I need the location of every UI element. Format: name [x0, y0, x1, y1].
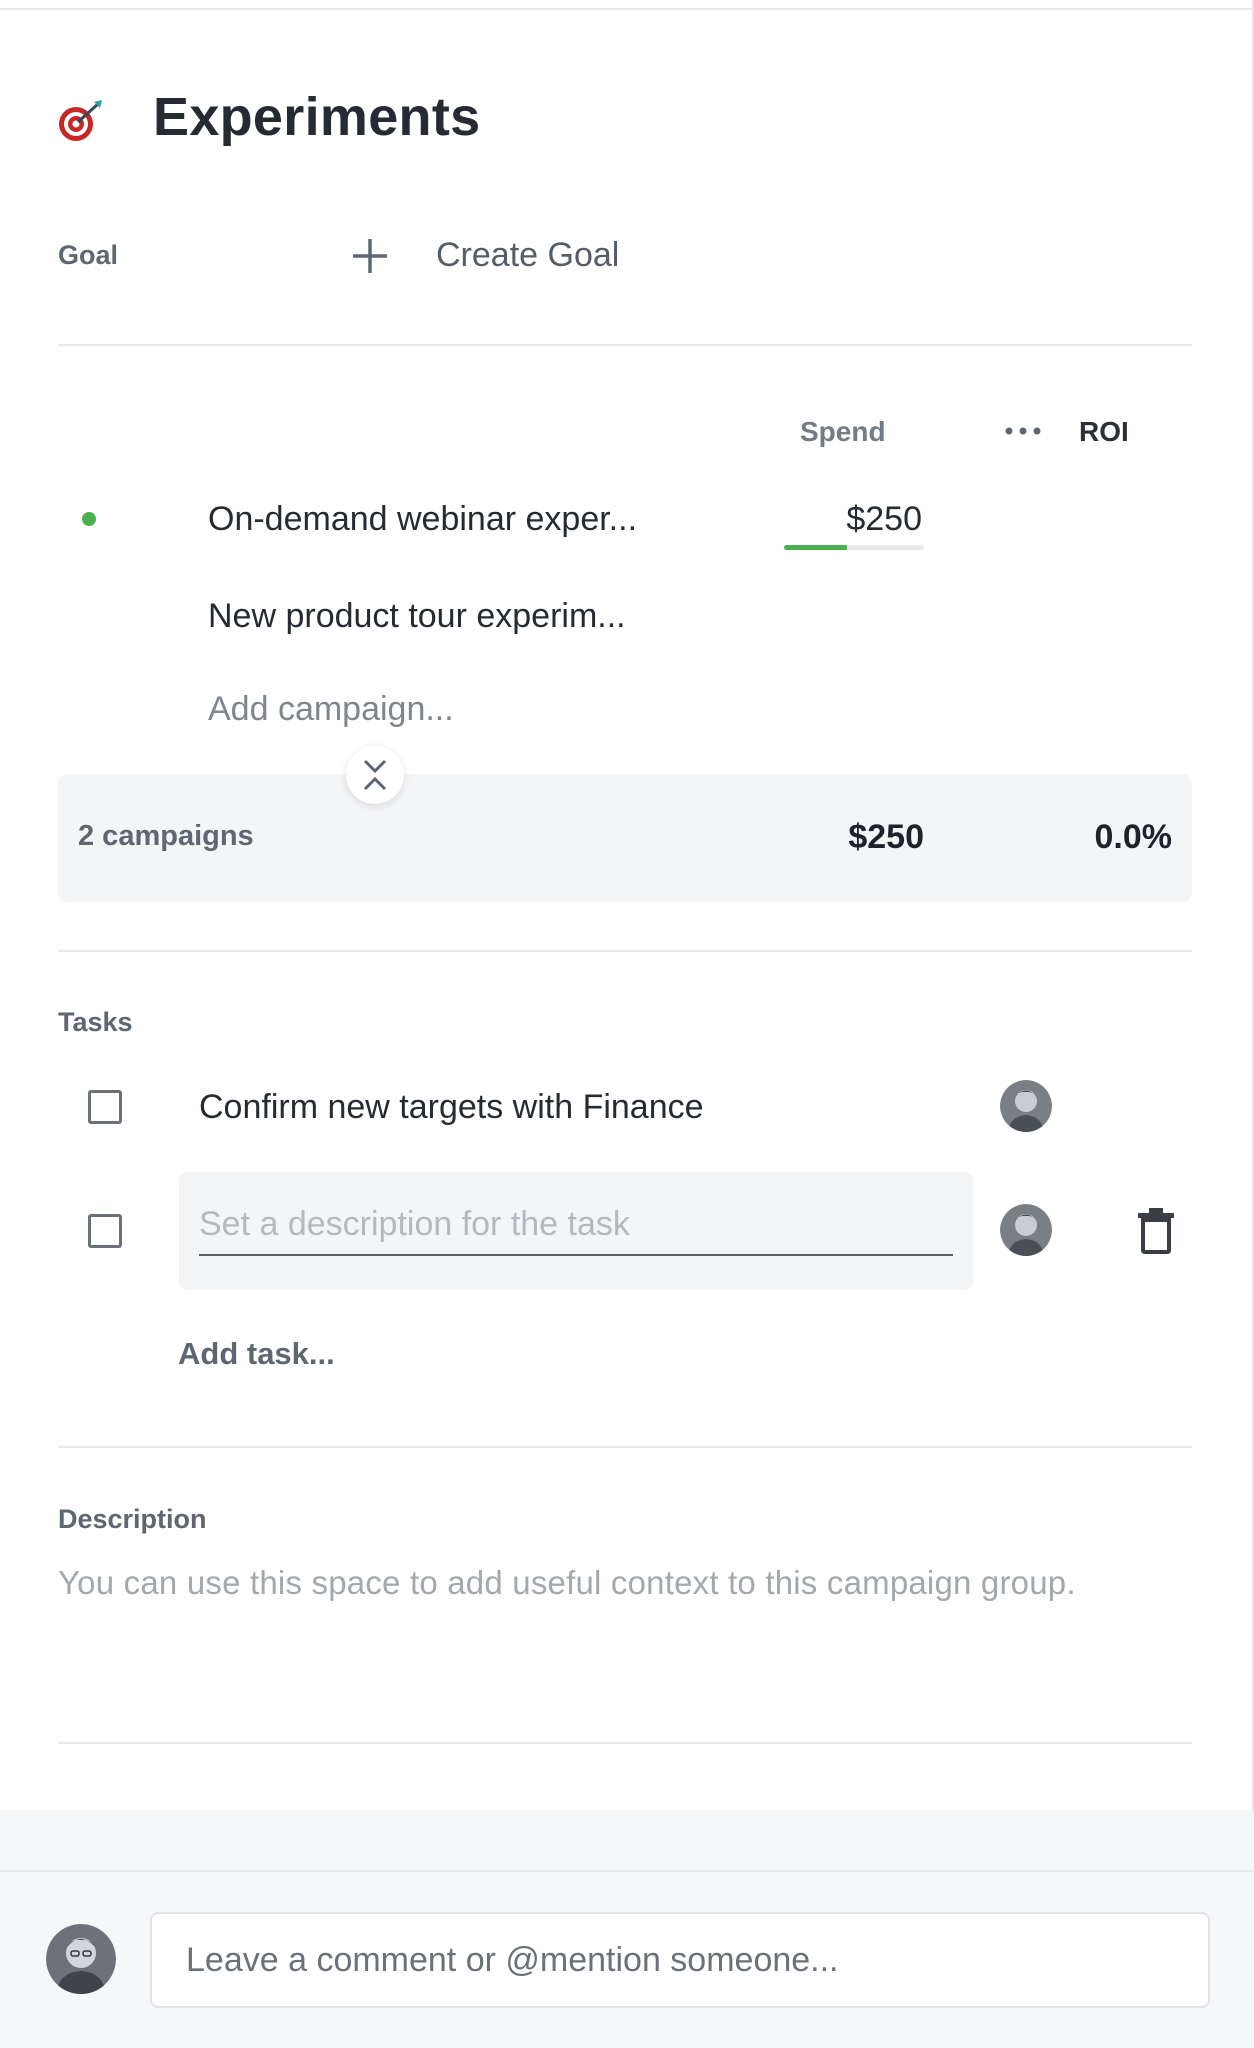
divider: [58, 344, 1192, 346]
add-campaign-input[interactable]: Add campaign...: [208, 690, 454, 729]
create-goal-button[interactable]: Create Goal: [436, 236, 619, 275]
target-dart-icon: [59, 100, 102, 141]
task-checkbox[interactable]: [88, 1090, 122, 1124]
footer-divider: [0, 1870, 1254, 1872]
spend-column-header[interactable]: Spend: [800, 416, 886, 448]
plus-icon[interactable]: [350, 236, 390, 276]
divider: [58, 1742, 1192, 1744]
campaign-spend: $250: [846, 500, 922, 538]
new-task-field: [179, 1172, 973, 1290]
divider: [58, 950, 1192, 952]
goal-label: Goal: [58, 240, 119, 270]
spend-progress-fill: [784, 545, 847, 550]
collapse-icon: [363, 759, 387, 791]
task-description-input[interactable]: [199, 1194, 953, 1256]
status-indicator: [82, 512, 96, 526]
page-title: Experiments: [153, 87, 481, 147]
task-text[interactable]: Confirm new targets with Finance: [199, 1088, 704, 1127]
add-task-button[interactable]: Add task...: [178, 1336, 335, 1372]
collapse-button[interactable]: [346, 746, 404, 804]
avatar[interactable]: [1000, 1204, 1052, 1256]
avatar[interactable]: [1000, 1080, 1052, 1132]
more-options-icon[interactable]: [1003, 424, 1043, 438]
campaign-name[interactable]: New product tour experim...: [208, 597, 626, 636]
description-label: Description: [58, 1504, 207, 1534]
roi-column-header[interactable]: ROI: [1079, 416, 1129, 448]
total-roi: 0.0%: [1094, 818, 1173, 856]
campaign-count: 2 campaigns: [78, 820, 254, 852]
description-input[interactable]: You can use this space to add useful con…: [58, 1564, 1076, 1602]
trash-icon[interactable]: [1136, 1206, 1176, 1254]
divider: [58, 1446, 1192, 1448]
task-checkbox[interactable]: [88, 1214, 122, 1248]
avatar: [46, 1924, 116, 1994]
campaign-name[interactable]: On-demand webinar exper...: [208, 500, 637, 539]
spend-progress-bar: [784, 545, 924, 550]
comment-input[interactable]: [150, 1912, 1210, 2008]
campaign-group-panel: Experiments Goal Create Goal Spend ROI O…: [0, 0, 1254, 1810]
tasks-label: Tasks: [58, 1007, 133, 1037]
top-divider: [0, 8, 1252, 10]
total-spend: $250: [848, 818, 924, 856]
